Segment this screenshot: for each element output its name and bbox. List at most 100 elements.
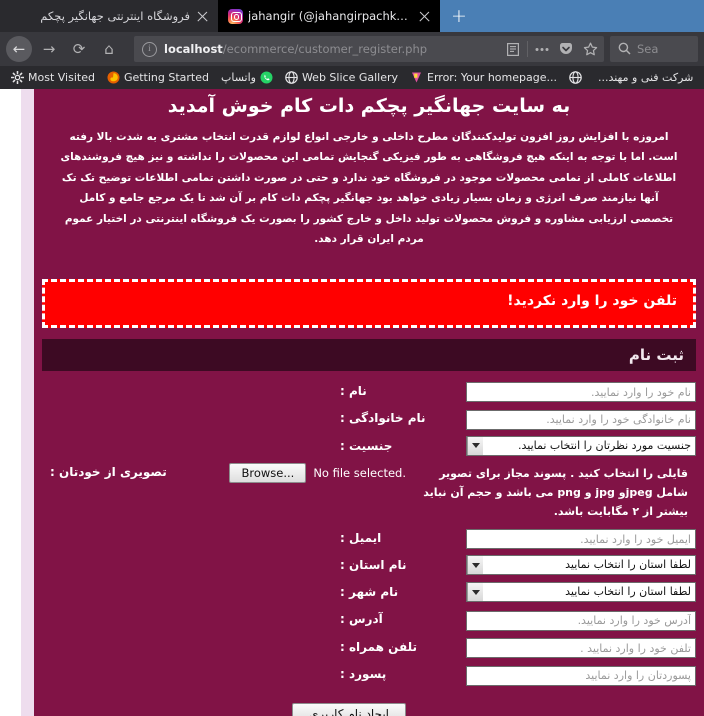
page-viewport: به سایت جهانگیر پچکم دات کام خوش آمدید ا… (0, 89, 704, 716)
first-name-control (460, 381, 696, 403)
whatsapp-icon (260, 71, 273, 84)
bookmark-most-visited[interactable]: Most Visited (5, 66, 101, 89)
bookmark-whatsapp[interactable]: واتساپ (215, 66, 279, 89)
url-host: localhost (164, 42, 223, 56)
register-form: نام : نام خانوادگی : جنسیت مورد نظرتان ر… (34, 371, 704, 716)
city-select[interactable]: لطفا استان را انتخاب نمایید (466, 582, 696, 603)
browse-button[interactable]: Browse... (229, 462, 307, 483)
bookmark-cpanel[interactable]: cP (699, 66, 704, 89)
form-row-last-name: نام خانوادگی : (42, 408, 696, 430)
photo-label: تصویری از خودتان : (50, 464, 167, 479)
bookmark-getting-started[interactable]: Getting Started (101, 66, 215, 89)
bookmark-label: شرکت فنی و مهند... (597, 71, 694, 84)
last-name-control (460, 408, 696, 430)
mobile-control (460, 637, 696, 659)
gender-selected-value: جنسیت مورد نظرتان را انتخاب نمایید. (517, 438, 691, 452)
province-control: لطفا استان را انتخاب نمایید (460, 555, 696, 576)
file-picker: Browse... No file selected. (170, 462, 406, 483)
form-row-address: آدرس : (42, 609, 696, 631)
gender-label: جنسیت : (340, 438, 393, 453)
bookmark-label: Most Visited (28, 71, 95, 84)
forward-arrow-icon: → (42, 40, 56, 58)
photo-control: Browse... No file selected. (170, 462, 406, 483)
reload-button[interactable]: ⟳ (64, 34, 94, 64)
address-bar-icons (501, 37, 602, 61)
form-row-email: ایمیل : (42, 528, 696, 550)
mobile-input[interactable] (466, 638, 696, 659)
photo-help-text: قایلی را انتخاب کنید . پسوند مجاز برای ت… (423, 466, 688, 519)
browser-window: فروشگاه اینترنتی جهانگیر پچکم jahangir (… (0, 0, 704, 716)
page-content: به سایت جهانگیر پچکم دات کام خوش آمدید ا… (34, 89, 704, 716)
province-label: نام استان : (340, 558, 407, 573)
page-actions-icon[interactable] (530, 37, 554, 61)
bookmark-globe-2[interactable] (563, 66, 592, 89)
url-path: /ecommerce/customer_register.php (222, 42, 428, 56)
form-row-photo: قایلی را انتخاب کنید . پسوند مجاز برای ت… (42, 462, 696, 522)
pocket-icon[interactable] (554, 37, 578, 61)
last-name-input[interactable] (466, 409, 696, 430)
address-input[interactable] (466, 610, 696, 631)
form-row-gender: جنسیت مورد نظرتان را انتخاب نمایید. جنسی… (42, 435, 696, 457)
address-bar[interactable]: i localhost/ecommerce/customer_register.… (134, 36, 604, 62)
province-selected-value: لطفا استان را انتخاب نمایید (565, 558, 691, 572)
back-button[interactable]: ← (4, 34, 34, 64)
site-info-icon[interactable]: i (142, 41, 157, 57)
password-control (460, 664, 696, 686)
tab-0-title: فروشگاه اینترنتی جهانگیر پچکم (40, 9, 190, 23)
submit-row: ایجاد نام کاربری (42, 692, 696, 716)
warning-icon (410, 71, 423, 84)
error-alert: تلفن خود را وارد نکردید! (42, 278, 696, 328)
password-input[interactable] (466, 665, 696, 686)
first-name-input[interactable] (466, 382, 696, 403)
new-tab-button[interactable]: + (440, 0, 478, 32)
province-select[interactable]: لطفا استان را انتخاب نمایید (466, 555, 696, 576)
address-control (460, 609, 696, 631)
star-icon[interactable] (578, 37, 602, 61)
search-input-placeholder: Sea (637, 42, 659, 56)
bookmark-label: Getting Started (123, 71, 209, 84)
email-control (460, 528, 696, 550)
globe-icon (285, 71, 298, 84)
home-button[interactable]: ⌂ (94, 34, 124, 64)
search-bar[interactable]: Sea (610, 36, 698, 62)
chevron-down-icon[interactable] (467, 556, 484, 575)
firefox-icon (107, 71, 120, 84)
reader-view-icon[interactable] (501, 37, 525, 61)
bookmarks-bar: Most Visited Getting Started واتساپ Web … (0, 66, 704, 89)
form-row-mobile: تلفن همراه : (42, 637, 696, 659)
gender-select[interactable]: جنسیت مورد نظرتان را انتخاب نمایید. (466, 435, 696, 456)
chevron-down-icon[interactable] (467, 583, 484, 602)
reload-icon: ⟳ (72, 40, 86, 58)
form-row-password: پسورد : (42, 664, 696, 686)
create-account-button[interactable]: ایجاد نام کاربری (292, 702, 406, 716)
globe-icon (569, 71, 582, 84)
address-label: آدرس : (340, 612, 383, 627)
mobile-label: تلفن همراه : (340, 639, 418, 654)
tab-0-close-icon[interactable] (195, 9, 210, 24)
forward-button[interactable]: → (34, 34, 64, 64)
home-icon: ⌂ (104, 40, 114, 58)
first-name-label: نام : (340, 383, 367, 398)
tab-0[interactable]: فروشگاه اینترنتی جهانگیر پچکم (0, 0, 218, 32)
chevron-down-icon[interactable] (467, 436, 484, 455)
address-bar-text: localhost/ecommerce/customer_register.ph… (164, 42, 501, 56)
bookmark-web-slice-gallery[interactable]: Web Slice Gallery (279, 66, 404, 89)
file-status-label: No file selected. (313, 465, 406, 480)
page-title: به سایت جهانگیر پچکم دات کام خوش آمدید (167, 95, 571, 117)
bookmark-engineering-company[interactable]: شرکت فنی و مهند... (592, 66, 699, 89)
page-left-strip (21, 89, 34, 716)
back-arrow-icon: ← (6, 36, 32, 62)
email-input[interactable] (466, 529, 696, 550)
bookmark-label: Web Slice Gallery (301, 71, 399, 84)
bookmark-error-homepage[interactable]: Error: Your homepage... (404, 66, 563, 89)
tab-1-title: jahangir (@jahangirpachkam) • Ins (248, 9, 412, 23)
bookmark-label: واتساپ (221, 71, 256, 84)
section-title: ثبت نام (42, 338, 696, 371)
gear-icon (10, 70, 25, 85)
email-label: ایمیل : (340, 530, 382, 545)
tab-1[interactable]: jahangir (@jahangirpachkam) • Ins (218, 0, 440, 32)
city-label: نام شهر : (340, 585, 399, 600)
gender-control: جنسیت مورد نظرتان را انتخاب نمایید. (460, 435, 696, 456)
form-row-province: لطفا استان را انتخاب نمایید نام استان : (42, 555, 696, 576)
tab-1-close-icon[interactable] (417, 9, 432, 24)
